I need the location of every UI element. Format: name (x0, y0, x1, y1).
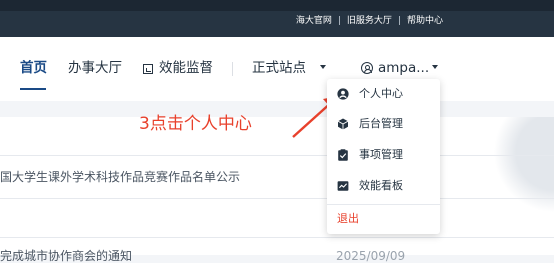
menu-item-efficiency-board[interactable]: 效能看板 (327, 171, 440, 201)
nav-efficiency-supervision[interactable]: 效能监督 (159, 59, 213, 77)
row-divider (0, 198, 554, 199)
nav-active-underline (20, 88, 46, 90)
content-list: 国大学生课外学术科技作品竞赛作品名单公示 完成城市协作商会的通知 2025/09… (0, 117, 554, 263)
old-service-hall-link[interactable]: 旧服务大厅 (347, 15, 392, 27)
list-item[interactable]: 完成城市协作商会的通知 (0, 249, 132, 263)
menu-item-personal-center[interactable]: 个人中心 (327, 79, 440, 109)
menu-item-label: 事项管理 (359, 148, 403, 161)
menu-item-task-management[interactable]: 事项管理 (327, 140, 440, 170)
menu-item-logout[interactable]: 退出 (327, 204, 440, 234)
menu-item-label: 个人中心 (359, 87, 403, 100)
row-divider (0, 155, 554, 156)
user-menu-chevron-down-icon[interactable] (432, 65, 438, 69)
annotation-text: 3点击个人中心 (139, 114, 252, 134)
user-circle-icon (337, 88, 349, 100)
user-icon[interactable] (361, 62, 373, 74)
nav-divider (232, 62, 233, 76)
logout-label: 退出 (337, 212, 359, 225)
top-bar: 海大官网 | 旧服务大厅 | 帮助中心 (0, 0, 554, 37)
clipboard-check-icon (338, 149, 348, 161)
menu-item-label: 后台管理 (359, 117, 403, 130)
nav-home[interactable]: 首页 (20, 59, 47, 77)
cube-icon (337, 118, 349, 130)
row-divider (0, 237, 554, 238)
chart-board-icon (337, 181, 349, 191)
site-selector[interactable]: 正式站点 (252, 59, 306, 77)
help-center-link[interactable]: 帮助中心 (407, 15, 443, 27)
official-site-link[interactable]: 海大官网 (296, 15, 332, 27)
menu-item-label: 效能看板 (359, 179, 403, 192)
top-link-separator: | (337, 16, 341, 26)
nav-service-hall[interactable]: 办事大厅 (68, 59, 122, 77)
browser-shadow-strip (0, 0, 554, 11)
user-menu-name[interactable]: ampa... (378, 59, 429, 77)
main-nav: 首页 办事大厅 效能监督 正式站点 ampa... (0, 37, 554, 101)
top-link-separator: | (397, 16, 401, 26)
list-item[interactable]: 国大学生课外学术科技作品竞赛作品名单公示 (0, 170, 240, 184)
top-links: 海大官网 | 旧服务大厅 | 帮助中心 (296, 15, 443, 27)
site-selector-chevron-down-icon[interactable] (320, 65, 326, 69)
monitor-icon (143, 64, 153, 74)
list-item-date: 2025/09/09 (336, 249, 406, 263)
menu-item-admin[interactable]: 后台管理 (327, 109, 440, 139)
user-dropdown-menu: 个人中心 后台管理 事项管理 效能看板 退出 (327, 79, 440, 234)
decorative-background (464, 117, 554, 234)
